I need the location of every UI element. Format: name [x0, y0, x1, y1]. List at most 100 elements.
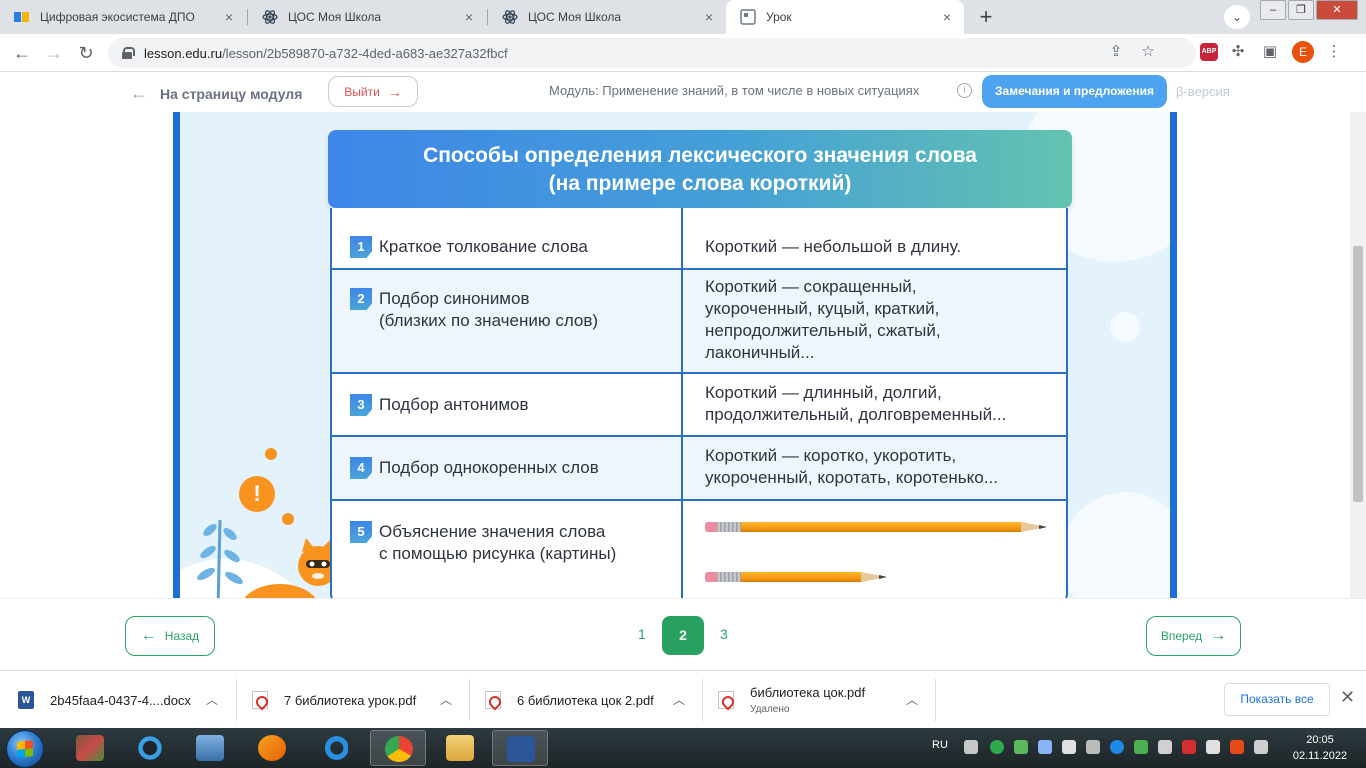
lock-icon[interactable]	[122, 47, 135, 59]
tray-icon[interactable]	[1014, 740, 1028, 754]
chevron-up-icon[interactable]: ︿	[906, 691, 918, 708]
taskbar-app-chrome[interactable]	[370, 730, 426, 766]
page-link-1[interactable]: 1	[638, 626, 646, 642]
table-row: 4 Подбор однокоренных слов Короткий — ко…	[332, 437, 1066, 501]
profile-avatar[interactable]: E	[1292, 41, 1314, 63]
tab-lesson[interactable]: Урок ×	[726, 0, 964, 34]
example-text: непродолжительный, сжатый,	[705, 321, 941, 340]
close-tab-icon[interactable]: ×	[702, 10, 716, 24]
method-text: с помощью рисунка (картины)	[379, 544, 617, 563]
word-document-icon: W	[18, 691, 34, 709]
language-indicator[interactable]: RU	[932, 739, 948, 751]
taskbar-app[interactable]	[244, 730, 300, 766]
volume-icon[interactable]	[1254, 740, 1268, 754]
share-icon[interactable]: ⇪	[1104, 40, 1128, 64]
clock[interactable]: 20:05 02.11.2022	[1290, 732, 1350, 764]
tab-search-chevron-icon[interactable]: ⌄	[1224, 5, 1250, 29]
download-item[interactable]: 7 библиотека урок.pdf	[252, 680, 416, 720]
exit-button[interactable]: Выйти →	[328, 76, 418, 107]
tray-icon[interactable]	[1110, 740, 1124, 754]
download-filename: 2b45faa4-0437-4....docx	[50, 692, 191, 708]
methods-table: 1 Краткое толкование слова Короткий — не…	[330, 208, 1068, 598]
taskbar-app[interactable]	[306, 730, 362, 766]
prev-button[interactable]: ← Назад	[125, 616, 215, 656]
taskbar-app[interactable]	[122, 730, 178, 766]
example-text: лаконичный...	[705, 343, 815, 362]
short-pencil-image	[705, 572, 887, 582]
taskbar-app[interactable]	[182, 730, 238, 766]
close-tab-icon[interactable]: ×	[462, 10, 476, 24]
ecosystem-favicon-icon	[14, 9, 30, 25]
lesson-content[interactable]: ! Способы определения лексического значе…	[0, 112, 1366, 598]
taskbar-app[interactable]	[62, 730, 118, 766]
tray-icon[interactable]	[1230, 740, 1244, 754]
atom-favicon-icon	[262, 9, 278, 25]
chevron-up-icon[interactable]: ︿	[440, 691, 452, 708]
downloads-bar: W 2b45faa4-0437-4....docx ︿ 7 библиотека…	[0, 670, 1366, 728]
tab-school-1[interactable]: ЦОС Моя Школа ×	[248, 0, 486, 34]
menu-kebab-icon[interactable]: ⋮	[1322, 40, 1346, 64]
start-button[interactable]	[6, 730, 44, 768]
scrollbar-thumb[interactable]	[1353, 246, 1363, 502]
table-row: 1 Краткое толкование слова Короткий — не…	[332, 208, 1066, 270]
next-button[interactable]: Вперед →	[1146, 616, 1241, 656]
new-tab-button[interactable]: +	[972, 4, 1000, 32]
download-item[interactable]: W 2b45faa4-0437-4....docx	[18, 680, 191, 720]
tray-icon[interactable]	[1134, 740, 1148, 754]
reload-icon[interactable]: ↻	[74, 41, 98, 65]
taskbar-app-word[interactable]	[492, 730, 548, 766]
adblock-icon[interactable]: ABP	[1200, 43, 1218, 61]
download-filename: 7 библиотека урок.pdf	[284, 692, 417, 708]
feedback-button[interactable]: Замечания и предложения	[982, 75, 1167, 108]
example-cell: Короткий — сокращенный, укороченный, куц…	[705, 276, 1055, 364]
forward-arrow-icon[interactable]: →	[42, 41, 66, 65]
bookmark-star-icon[interactable]: ☆	[1136, 40, 1160, 64]
tray-icon[interactable]	[1206, 740, 1220, 754]
tab-school-2[interactable]: ЦОС Моя Школа ×	[488, 0, 726, 34]
back-arrow-icon[interactable]: ←	[10, 41, 34, 65]
download-item[interactable]: 6 библиотека цок 2.pdf	[485, 680, 654, 720]
chevron-up-icon[interactable]: ︿	[206, 691, 218, 708]
tray-icon[interactable]	[1182, 740, 1196, 754]
tab-ecosystem[interactable]: Цифровая экосистема ДПО ×	[0, 0, 246, 34]
page-link-current[interactable]: 2	[662, 616, 704, 655]
chevron-up-icon[interactable]: ︿	[673, 691, 685, 708]
back-to-module-link[interactable]: ← На страницу модуля	[130, 83, 302, 104]
sidebar-panel-icon[interactable]: ▣	[1258, 40, 1282, 64]
close-window-button[interactable]: ✕	[1316, 0, 1358, 20]
decorative-plant-and-cat-icon	[180, 519, 338, 598]
close-tab-icon[interactable]: ×	[940, 10, 954, 24]
clock-date: 02.11.2022	[1292, 750, 1348, 762]
address-bar[interactable]: lesson.edu.ru/lesson/2b589870-a732-4ded-…	[108, 38, 1196, 68]
tray-icon[interactable]	[1062, 740, 1076, 754]
divider	[236, 679, 237, 721]
info-icon[interactable]: i	[957, 83, 972, 98]
download-status: Удалено	[750, 704, 790, 715]
close-tab-icon[interactable]: ×	[222, 10, 236, 24]
tray-icon[interactable]	[990, 740, 1004, 754]
signal-icon[interactable]	[1086, 740, 1100, 754]
tray-icon[interactable]	[1038, 740, 1052, 754]
close-icon[interactable]: ✕	[1340, 687, 1355, 708]
page-scrollbar[interactable]	[1350, 112, 1366, 598]
download-filename: 6 библиотека цок 2.pdf	[517, 692, 654, 708]
extensions-puzzle-icon[interactable]: ✣	[1226, 40, 1250, 64]
divider	[935, 679, 936, 721]
show-all-downloads-button[interactable]: Показать все	[1224, 683, 1330, 716]
column-divider	[681, 270, 683, 372]
tray-icon[interactable]	[964, 740, 978, 754]
media-player-icon	[258, 735, 286, 761]
download-item[interactable]: библиотека цок.pdf Удалено	[718, 680, 865, 720]
minimize-button[interactable]: –	[1260, 0, 1286, 20]
folder-icon	[446, 735, 474, 761]
page-favicon-icon	[740, 9, 756, 25]
page-link-3[interactable]: 3	[720, 626, 728, 642]
monitor-icon[interactable]	[1158, 740, 1172, 754]
app-icon	[136, 735, 164, 761]
restore-button[interactable]: ❐	[1288, 0, 1314, 20]
divider	[469, 679, 470, 721]
column-divider	[681, 437, 683, 499]
taskbar-app[interactable]	[432, 730, 488, 766]
lesson-header: ← На страницу модуля Выйти → Модуль: При…	[0, 72, 1366, 112]
tab-title: ЦОС Моя Школа	[528, 10, 622, 24]
